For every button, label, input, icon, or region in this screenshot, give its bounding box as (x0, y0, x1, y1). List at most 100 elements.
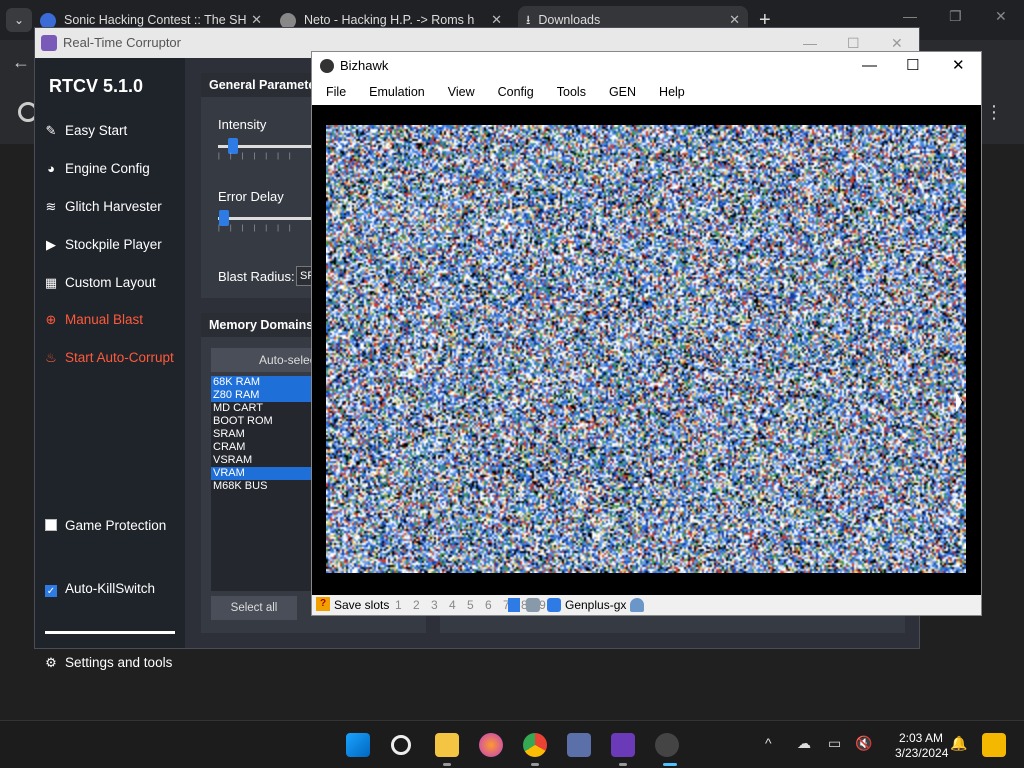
file-explorer-icon[interactable] (435, 733, 459, 757)
list-item[interactable]: VSRAM (211, 454, 321, 467)
corrupted-game-display (326, 125, 966, 573)
clock[interactable]: 2:03 AM 3/23/2024 (895, 731, 943, 761)
slider-ticks: ||||||| (218, 153, 301, 160)
list-item[interactable]: 68K RAM (211, 376, 321, 389)
display-icon[interactable]: ▭ (828, 735, 841, 752)
clock-time: 2:03 AM (895, 731, 943, 746)
checkmark-icon[interactable]: ✓ (45, 585, 57, 597)
download-icon: ⭳ (526, 13, 530, 27)
menu-tools[interactable]: Tools (557, 85, 586, 99)
chrome-icon[interactable] (523, 733, 547, 757)
crosshair-icon: ⊕ (43, 312, 59, 328)
close-icon[interactable]: ✕ (952, 52, 965, 80)
auto-select-button[interactable]: Auto-select (211, 348, 321, 372)
error-delay-slider[interactable] (218, 217, 318, 220)
menu-view[interactable]: View (448, 85, 475, 99)
select-all-button[interactable]: Select all (211, 596, 297, 620)
intensity-slider-thumb[interactable] (228, 138, 238, 154)
notification-bell-icon[interactable]: 🔔 (950, 735, 967, 752)
menu-gen[interactable]: GEN (609, 85, 636, 99)
list-item[interactable]: CRAM (211, 441, 321, 454)
restore-icon[interactable]: ❐ (949, 8, 962, 25)
grid-icon: ▦ (43, 275, 59, 291)
intensity-label: Intensity (218, 117, 266, 132)
active-indicator (663, 763, 677, 766)
auto-killswitch-checkbox[interactable]: ✓ Auto-KillSwitch (45, 581, 155, 597)
menu-config[interactable]: Config (498, 85, 534, 99)
windows-start-icon[interactable] (346, 733, 370, 757)
tab-search-chevron-icon[interactable]: ⌄ (6, 8, 32, 32)
save-slot-0[interactable] (508, 598, 520, 612)
rtcv-icon[interactable] (611, 733, 635, 757)
rtcv-logo-icon (41, 35, 57, 51)
layers-icon: ≋ (43, 199, 59, 215)
running-indicator (443, 763, 451, 766)
chevron-up-icon[interactable]: ^ (765, 735, 772, 751)
copilot-icon[interactable] (982, 733, 1006, 757)
volume-muted-icon[interactable]: 🔇 (855, 735, 872, 752)
mouse-cursor-icon (956, 392, 962, 412)
bizhawk-statusbar: ? Save slots 1 2 3 4 5 6 7 8 9 Genplus-g… (312, 595, 981, 615)
nav-settings[interactable]: ⚙ Settings and tools (43, 655, 172, 671)
bizhawk-icon[interactable] (655, 733, 679, 757)
nav-label: Glitch Harvester (65, 199, 162, 214)
nav-manual-blast[interactable]: ⊕ Manual Blast (43, 312, 143, 328)
list-item[interactable]: M68K BUS (211, 480, 321, 493)
maximize-icon[interactable]: ☐ (906, 52, 919, 80)
nav-easy-start[interactable]: ✎ Easy Start (43, 123, 127, 139)
nav-start-auto-corrupt[interactable]: ♨ Start Auto-Corrupt (43, 350, 174, 366)
core-label: Genplus-gx (565, 595, 626, 615)
list-item[interactable]: MD CART (211, 402, 321, 415)
nav-stockpile-player[interactable]: ▶ Stockpile Player (43, 237, 162, 253)
checkbox-label: Game Protection (65, 518, 166, 533)
search-icon[interactable] (391, 735, 411, 755)
tab-label: Sonic Hacking Contest :: The SH (64, 13, 247, 27)
more-vert-icon[interactable]: ⋮ (985, 102, 1003, 123)
onedrive-icon[interactable]: ☁ (797, 735, 811, 752)
nav-engine-config[interactable]: ◕ Engine Config (43, 161, 150, 176)
running-indicator (531, 763, 539, 766)
minimize-icon[interactable]: — (903, 8, 917, 24)
firefox-icon[interactable] (479, 733, 503, 757)
blast-radius-label: Blast Radius: (218, 269, 295, 284)
nav-label: Manual Blast (65, 312, 143, 327)
nav-custom-layout[interactable]: ▦ Custom Layout (43, 275, 156, 291)
nav-label: Custom Layout (65, 275, 156, 290)
window-title: Bizhawk (340, 58, 388, 73)
clock-date: 3/23/2024 (895, 746, 943, 761)
gear-icon: ⚙ (43, 655, 59, 671)
checkbox-label: Auto-KillSwitch (65, 581, 155, 596)
menu-emulation[interactable]: Emulation (369, 85, 425, 99)
nav-label: Stockpile Player (65, 237, 162, 252)
animal-icon (526, 598, 540, 612)
version-label: RTCV 5.1.0 (49, 76, 143, 97)
nav-label: Settings and tools (65, 655, 172, 670)
bizhawk-menubar: File Emulation View Config Tools GEN Help (312, 80, 981, 105)
nav-label: Start Auto-Corrupt (65, 350, 174, 365)
bizhawk-titlebar: Bizhawk — ☐ ✕ (312, 52, 981, 80)
list-item[interactable]: BOOT ROM (211, 415, 321, 428)
checkbox-box[interactable] (45, 519, 57, 531)
close-icon[interactable]: ✕ (995, 8, 1007, 25)
game-protection-checkbox[interactable]: Game Protection (45, 518, 166, 533)
running-indicator (619, 763, 627, 766)
app-icon[interactable] (567, 733, 591, 757)
bizhawk-window: Bizhawk — ☐ ✕ File Emulation View Config Too… (311, 51, 982, 616)
minimize-icon[interactable]: — (862, 52, 877, 80)
list-item[interactable]: VRAM (211, 467, 321, 480)
nav-glitch-harvester[interactable]: ≋ Glitch Harvester (43, 199, 162, 215)
user-icon (630, 598, 644, 612)
rtcv-sidebar: RTCV 5.1.0 ✎ Easy Start ◕ Engine Config ≋ G… (35, 58, 185, 648)
list-item[interactable]: Z80 RAM (211, 389, 321, 402)
error-delay-slider-thumb[interactable] (219, 210, 229, 226)
error-delay-label: Error Delay (218, 189, 284, 204)
list-item[interactable]: SRAM (211, 428, 321, 441)
menu-file[interactable]: File (326, 85, 346, 99)
help-icon[interactable]: ? (316, 597, 330, 611)
menu-help[interactable]: Help (659, 85, 685, 99)
memory-domain-list[interactable]: 68K RAM Z80 RAM MD CART BOOT ROM SRAM CR… (211, 376, 321, 591)
play-icon: ▶ (43, 237, 59, 253)
back-arrow-icon[interactable]: ← (12, 52, 30, 73)
flame-icon: ♨ (43, 350, 59, 366)
emulator-screen[interactable] (312, 105, 981, 595)
